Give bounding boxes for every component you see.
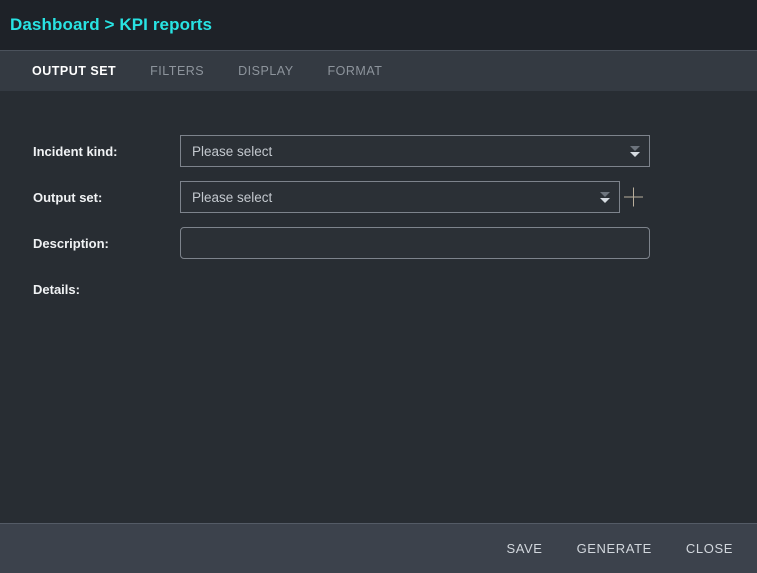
kpi-reports-window: Dashboard > KPI reports OUTPUT SET FILTE… xyxy=(0,0,757,573)
field-row-details: Details: xyxy=(0,266,757,312)
tab-format[interactable]: FORMAT xyxy=(328,64,383,78)
output-set-label: Output set: xyxy=(33,190,102,205)
field-row-output-set: Output set: Please select xyxy=(0,174,757,220)
plus-icon[interactable] xyxy=(624,188,643,207)
tab-display[interactable]: DISPLAY xyxy=(238,64,293,78)
field-row-incident-kind: Incident kind: Please select xyxy=(0,128,757,174)
description-control xyxy=(180,227,650,259)
incident-kind-selected-value: Please select xyxy=(181,144,272,159)
output-set-select[interactable]: Please select xyxy=(180,181,620,213)
chevron-down-icon xyxy=(599,189,610,205)
incident-kind-select[interactable]: Please select xyxy=(180,135,650,167)
tab-bar: OUTPUT SET FILTERS DISPLAY FORMAT xyxy=(0,50,757,91)
description-label: Description: xyxy=(33,236,109,251)
window-header: Dashboard > KPI reports xyxy=(0,0,757,50)
output-set-selected-value: Please select xyxy=(181,190,272,205)
save-button[interactable]: SAVE xyxy=(504,537,544,560)
footer-bar: SAVE GENERATE CLOSE xyxy=(0,523,757,573)
breadcrumb: Dashboard > KPI reports xyxy=(10,15,212,35)
close-button[interactable]: CLOSE xyxy=(684,537,735,560)
chevron-down-icon xyxy=(629,143,640,159)
generate-button[interactable]: GENERATE xyxy=(575,537,654,560)
tab-filters[interactable]: FILTERS xyxy=(150,64,204,78)
tab-output-set[interactable]: OUTPUT SET xyxy=(32,64,116,78)
field-row-description: Description: xyxy=(0,220,757,266)
details-label: Details: xyxy=(33,282,80,297)
incident-kind-control: Please select xyxy=(180,135,650,167)
form-panel: Incident kind: Please select Output set:… xyxy=(0,91,757,523)
output-set-control: Please select xyxy=(180,181,620,213)
incident-kind-label: Incident kind: xyxy=(33,144,118,159)
description-input[interactable] xyxy=(180,227,650,259)
